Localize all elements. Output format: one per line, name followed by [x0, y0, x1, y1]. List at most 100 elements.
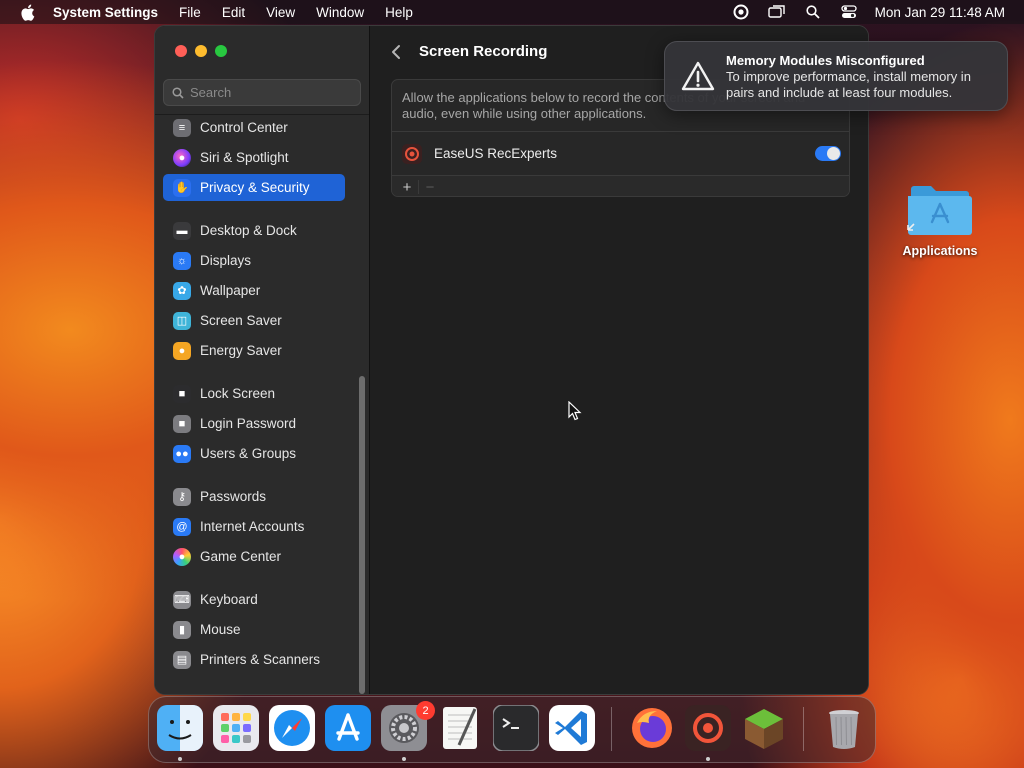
padlock-icon: ■	[173, 414, 191, 433]
recexperts-status-icon[interactable]	[731, 3, 751, 21]
add-app-button[interactable]: +	[398, 179, 416, 196]
sidebar-item-screen-saver[interactable]: ◫ Screen Saver	[163, 307, 345, 334]
sidebar-item-label: Keyboard	[200, 592, 258, 607]
toggle-knob	[827, 147, 840, 160]
sidebar-item-displays[interactable]: ☼ Displays	[163, 247, 345, 274]
trash-icon[interactable]	[821, 705, 867, 751]
notification-body: To improve performance, install memory i…	[726, 69, 971, 100]
desktop-icon-label: Applications	[902, 244, 978, 258]
sidebar-item-printers-scanners[interactable]: ▤ Printers & Scanners	[163, 646, 345, 673]
menu-bar-clock[interactable]: Mon Jan 29 11:48 AM	[875, 5, 1005, 20]
launchpad-icon[interactable]	[213, 705, 259, 751]
sidebar-item-label: Control Center	[200, 120, 288, 135]
notification-badge: 2	[416, 701, 435, 720]
sidebar-item-label: Printers & Scanners	[200, 652, 321, 667]
control-center-icon: ≡	[173, 118, 191, 137]
printer-icon: ▤	[173, 650, 191, 669]
apple-menu-icon[interactable]	[17, 2, 37, 22]
app-row: EaseUS RecExperts	[392, 131, 849, 175]
minecraft-icon[interactable]	[741, 705, 787, 751]
vscode-icon[interactable]	[549, 705, 595, 751]
sidebar-item-label: Privacy & Security	[200, 180, 310, 195]
sidebar-item-control-center[interactable]: ≡ Control Center	[163, 114, 345, 141]
bulb-icon: ●	[173, 341, 191, 360]
finder-icon[interactable]	[157, 705, 203, 751]
firefox-icon[interactable]	[629, 705, 675, 751]
screensaver-icon: ◫	[173, 311, 191, 330]
app-store-icon[interactable]	[325, 705, 371, 751]
sidebar-item-label: Wallpaper	[200, 283, 261, 298]
menu-help[interactable]: Help	[385, 5, 413, 20]
menu-window[interactable]: Window	[316, 5, 364, 20]
sun-icon: ☼	[173, 251, 191, 270]
running-indicator	[402, 757, 406, 761]
remove-app-button[interactable]: −	[421, 179, 439, 196]
search-input[interactable]	[190, 85, 350, 100]
back-chevron-icon[interactable]	[389, 42, 405, 62]
sidebar-item-keyboard[interactable]: ⌨ Keyboard	[163, 586, 345, 613]
sidebar-item-internet-accounts[interactable]: @ Internet Accounts	[163, 513, 345, 540]
sidebar-item-label: Displays	[200, 253, 252, 268]
spotlight-search-icon[interactable]	[803, 3, 823, 21]
app-name: EaseUS RecExperts	[434, 146, 558, 161]
terminal-icon[interactable]	[493, 705, 539, 751]
sidebar-item-wallpaper[interactable]: ✿ Wallpaper	[163, 277, 345, 304]
at-icon: @	[173, 517, 191, 536]
dock-separator	[611, 707, 612, 751]
sidebar-item-label: Login Password	[200, 416, 297, 431]
keyboard-icon: ⌨	[173, 590, 191, 609]
sidebar-item-passwords[interactable]: ⚷ Passwords	[163, 483, 345, 510]
safari-icon[interactable]	[269, 705, 315, 751]
sidebar-item-siri-spotlight[interactable]: ● Siri & Spotlight	[163, 144, 345, 171]
search-icon	[172, 86, 184, 99]
page-title: Screen Recording	[419, 43, 548, 60]
zoom-button[interactable]	[215, 45, 227, 57]
flower-icon: ✿	[173, 281, 191, 300]
footer-divider	[418, 180, 419, 194]
menu-app-name[interactable]: System Settings	[53, 5, 158, 20]
sidebar-item-label: Siri & Spotlight	[200, 150, 289, 165]
control-center-menu-icon[interactable]	[839, 3, 859, 21]
sidebar-item-label: Users & Groups	[200, 446, 297, 461]
notification-banner[interactable]: Memory Modules Misconfigured To improve …	[664, 41, 1008, 111]
menu-edit[interactable]: Edit	[222, 5, 245, 20]
running-indicator	[178, 757, 182, 761]
menu-bar: System Settings File Edit View Window He…	[0, 0, 1024, 24]
running-indicator	[706, 757, 710, 761]
screen-mirroring-icon[interactable]	[767, 3, 787, 21]
system-settings-icon[interactable]: 2	[381, 701, 435, 751]
warning-icon	[681, 61, 715, 91]
sidebar-item-energy-saver[interactable]: ● Energy Saver	[163, 337, 345, 364]
desktop-applications-folder[interactable]: Applications	[898, 180, 982, 264]
users-icon: ●●	[173, 444, 191, 463]
sidebar-item-label: Energy Saver	[200, 343, 282, 358]
mouse-cursor-icon	[568, 401, 582, 421]
sidebar-item-login-password[interactable]: ■ Login Password	[163, 410, 345, 437]
sidebar-item-lock-screen[interactable]: ■ Lock Screen	[163, 380, 345, 407]
sidebar-item-mouse[interactable]: ▮ Mouse	[163, 616, 345, 643]
sidebar-item-privacy-security[interactable]: ✋ Privacy & Security	[163, 174, 345, 201]
sidebar-item-game-center[interactable]: ● Game Center	[163, 543, 345, 570]
window-controls	[175, 45, 227, 57]
recexperts-icon	[402, 143, 422, 164]
dock-separator	[803, 707, 804, 751]
screen-recording-toggle[interactable]	[815, 146, 841, 161]
minimize-button[interactable]	[195, 45, 207, 57]
content-pane: Screen Recording Allow the applications …	[371, 26, 868, 694]
textedit-icon[interactable]	[437, 705, 483, 751]
sidebar-item-label: Screen Saver	[200, 313, 282, 328]
recexperts-icon[interactable]	[685, 705, 731, 751]
menu-view[interactable]: View	[266, 5, 295, 20]
menu-file[interactable]: File	[179, 5, 201, 20]
close-button[interactable]	[175, 45, 187, 57]
sidebar-scrollbar[interactable]	[359, 376, 365, 694]
sidebar-item-label: Desktop & Dock	[200, 223, 297, 238]
notification-title: Memory Modules Misconfigured	[726, 53, 925, 68]
game-center-icon: ●	[173, 547, 191, 566]
folder-icon	[907, 186, 972, 235]
sidebar-item-users-groups[interactable]: ●● Users & Groups	[163, 440, 345, 467]
sidebar-search[interactable]	[163, 79, 361, 106]
dock: 2	[148, 696, 876, 763]
sidebar-item-desktop-dock[interactable]: ▬ Desktop & Dock	[163, 217, 345, 244]
sidebar-item-label: Internet Accounts	[200, 519, 305, 534]
